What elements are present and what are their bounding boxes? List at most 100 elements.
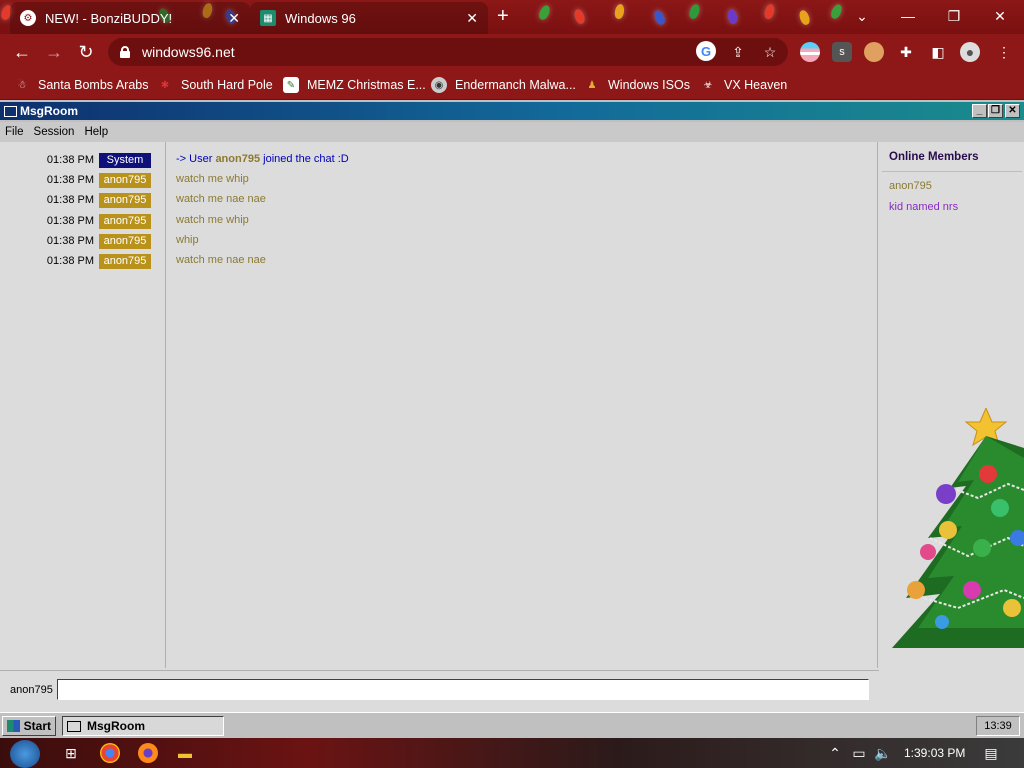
- bookmark-santa-bombs[interactable]: ☃ Santa Bombs Arabs: [14, 75, 149, 95]
- biohazard-icon: ☣: [703, 79, 713, 91]
- extensions-puzzle-icon[interactable]: ✚: [896, 42, 916, 62]
- chat-row: 01:38 PM anon795: [0, 213, 151, 229]
- profile-avatar-icon[interactable]: ●: [960, 42, 980, 62]
- share-icon[interactable]: ⇪: [728, 42, 748, 62]
- close-tab-icon[interactable]: ✕: [228, 10, 240, 27]
- bookmarks-bar: ☃ Santa Bombs Arabs ✱ South Hard Pole ✎ …: [0, 69, 1024, 100]
- network-icon[interactable]: ▭: [848, 743, 870, 763]
- chat-row: 01:38 PM anon795: [0, 233, 151, 249]
- chat-author-column: 01:38 PM System 01:38 PM anon795 01:38 P…: [0, 142, 166, 668]
- close-button[interactable]: ✕: [1005, 104, 1020, 118]
- flag-extension-icon[interactable]: [800, 42, 820, 62]
- message-author: anon795: [99, 172, 151, 188]
- message-author: anon795: [99, 233, 151, 249]
- google-icon[interactable]: G: [696, 41, 716, 61]
- message-time: 01:38 PM: [46, 215, 94, 227]
- raccoon-icon: ◉: [431, 77, 447, 93]
- menu-file[interactable]: File: [0, 126, 29, 138]
- chrome-taskbar-icon[interactable]: [100, 743, 120, 763]
- reload-button[interactable]: ↻: [74, 40, 98, 64]
- bookmark-endermanch[interactable]: ◉ Endermanch Malwa...: [431, 75, 576, 95]
- christmas-light-icon: [652, 8, 667, 27]
- task-view-icon[interactable]: ⊞: [60, 743, 82, 763]
- chat-app-icon: [4, 105, 17, 117]
- start-logo-icon: [7, 720, 20, 732]
- member-item[interactable]: anon795: [889, 180, 932, 192]
- tab-windows96[interactable]: ▦ Windows 96 ✕: [250, 2, 488, 34]
- memz-icon: ✎: [283, 77, 299, 93]
- firefox-taskbar-icon[interactable]: [138, 743, 158, 763]
- snowflake-icon: ✱: [160, 79, 170, 91]
- bookmark-south-hard-pole[interactable]: ✱ South Hard Pole: [157, 75, 273, 95]
- current-username: anon795: [10, 684, 53, 696]
- message-author: System: [99, 152, 151, 168]
- join-suffix: joined the chat :D: [263, 153, 349, 165]
- browser-toolbar: ← → ↻ windows96.net G ⇪ ☆ s ✚ ◧ ● ⋮: [0, 34, 1024, 69]
- bookmark-label: Santa Bombs Arabs: [38, 78, 149, 92]
- windows-start-orb-icon[interactable]: [10, 740, 40, 768]
- browser-tab-strip: ⚙ NEW! - BonziBUDDY! ✕ ▦ Windows 96 ✕ + …: [0, 0, 1024, 34]
- restore-button[interactable]: ❐: [934, 4, 974, 28]
- url-text: windows96.net: [142, 44, 235, 60]
- message-time: 01:38 PM: [46, 154, 94, 166]
- profile-badge-icon[interactable]: s: [832, 42, 852, 62]
- avatar-extension-icon[interactable]: [864, 42, 884, 62]
- message-author: anon795: [99, 253, 151, 269]
- w96-start-button[interactable]: Start: [2, 716, 56, 736]
- bookmark-windows-isos[interactable]: ♟ Windows ISOs: [584, 75, 690, 95]
- tray-chevron-icon[interactable]: ⌃: [824, 743, 846, 763]
- members-heading: Online Members: [889, 151, 979, 163]
- christmas-light-icon: [763, 3, 776, 20]
- new-tab-button[interactable]: +: [497, 6, 509, 26]
- msgroom-menu-bar: File Session Help: [0, 122, 1024, 142]
- tab-title: Windows 96: [285, 10, 356, 26]
- window-title: MsgRoom: [20, 104, 78, 118]
- volume-icon[interactable]: 🔈: [872, 743, 894, 763]
- forward-button[interactable]: →: [42, 40, 66, 64]
- back-button[interactable]: ←: [10, 40, 34, 64]
- bookmark-star-icon[interactable]: ☆: [760, 42, 780, 62]
- close-tab-icon[interactable]: ✕: [466, 10, 478, 27]
- message-text: watch me nae nae: [176, 193, 266, 205]
- close-window-button[interactable]: ✕: [980, 4, 1020, 28]
- system-clock[interactable]: 1:39:03 PM: [904, 746, 965, 760]
- msgroom-title-bar[interactable]: MsgRoom _ ❐ ✕: [0, 102, 1024, 120]
- message-text: watch me nae nae: [176, 254, 266, 266]
- msgroom-body: 01:38 PM System 01:38 PM anon795 01:38 P…: [0, 142, 1024, 712]
- message-author: anon795: [99, 213, 151, 229]
- w96-clock: 13:39: [976, 716, 1020, 736]
- message-input[interactable]: [57, 679, 869, 700]
- notifications-icon[interactable]: ▤: [980, 743, 1002, 763]
- christmas-light-icon: [726, 8, 739, 25]
- message-text: whip: [176, 234, 199, 246]
- minimize-button[interactable]: _: [972, 104, 987, 118]
- chrome-page-icon: ⚙: [20, 10, 36, 26]
- divider: [882, 171, 1022, 172]
- lock-icon: [120, 46, 130, 58]
- bookmark-label: VX Heaven: [724, 78, 788, 92]
- address-bar[interactable]: windows96.net: [108, 38, 788, 66]
- file-explorer-icon[interactable]: ▬: [174, 743, 196, 763]
- message-text: watch me whip: [176, 214, 249, 226]
- chrome-menu-icon[interactable]: ⋮: [994, 42, 1014, 62]
- tab-bonzibuddy[interactable]: ⚙ NEW! - BonziBUDDY! ✕: [10, 2, 250, 34]
- join-prefix: -> User: [176, 153, 213, 165]
- chat-row: 01:38 PM System: [0, 152, 151, 168]
- bookmark-vx-heaven[interactable]: ☣ VX Heaven: [700, 75, 788, 95]
- christmas-light-icon: [797, 8, 812, 27]
- minimize-button[interactable]: —: [888, 4, 928, 28]
- maximize-button[interactable]: ❐: [988, 104, 1003, 118]
- w96-task-msgroom[interactable]: MsgRoom: [62, 716, 224, 736]
- bookmark-label: Endermanch Malwa...: [455, 78, 576, 92]
- menu-help[interactable]: Help: [79, 126, 113, 138]
- tab-search-button[interactable]: ⌄: [842, 4, 882, 28]
- member-item[interactable]: kid named nrs: [889, 201, 958, 213]
- bookmark-label: South Hard Pole: [181, 78, 273, 92]
- bookmark-memz[interactable]: ✎ MEMZ Christmas E...: [283, 75, 426, 95]
- message-text: watch me whip: [176, 173, 249, 185]
- menu-session[interactable]: Session: [29, 126, 80, 138]
- message-time: 01:38 PM: [46, 194, 94, 206]
- side-panel-icon[interactable]: ◧: [928, 42, 948, 62]
- christmas-light-icon: [537, 3, 552, 22]
- download-icon: ♟: [587, 79, 597, 91]
